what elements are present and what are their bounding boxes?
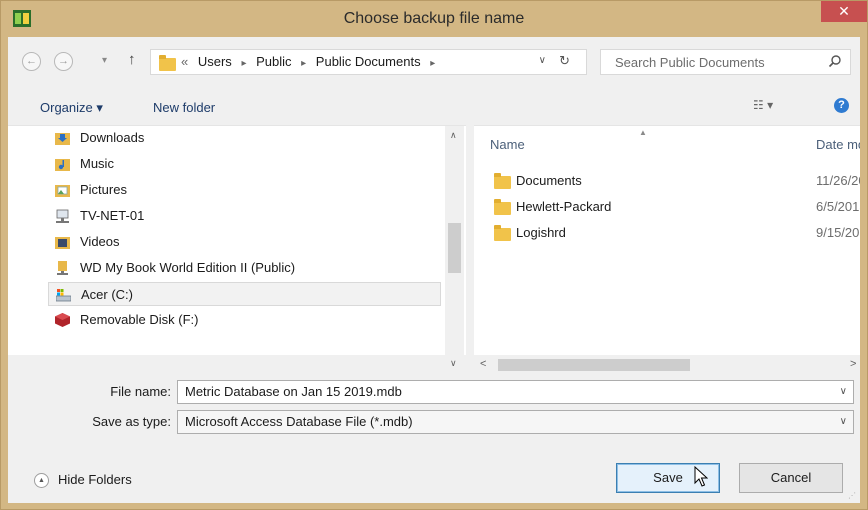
help-icon[interactable]: ?: [834, 98, 849, 113]
command-toolbar: Organize ▾ New folder ☷ ▾ ?: [8, 85, 860, 125]
file-date: 9/15/201: [816, 225, 860, 240]
file-date: 11/26/20: [816, 173, 860, 188]
breadcrumb: « Users ▸ Public ▸ Public Documents ▸: [181, 54, 441, 69]
navigation-bar: ← → ▾ ↑ « Users ▸ Public ▸ Public Docume…: [8, 37, 860, 85]
breadcrumb-separator[interactable]: ▸: [241, 58, 246, 69]
local-disk-icon: [56, 289, 71, 302]
save-as-type-select[interactable]: Microsoft Access Database File (*.mdb) ∨: [177, 410, 854, 434]
dialog-client-area: ← → ▾ ↑ « Users ▸ Public ▸ Public Docume…: [8, 37, 860, 503]
mouse-pointer-icon: [694, 466, 708, 487]
list-item[interactable]: Logishrd 9/15/201: [494, 221, 860, 245]
address-bar[interactable]: « Users ▸ Public ▸ Public Documents ▸ ∨ …: [150, 49, 587, 75]
close-button[interactable]: ✕: [821, 1, 867, 22]
nav-item-label: Music: [80, 156, 114, 171]
breadcrumb-public[interactable]: Public: [256, 54, 291, 69]
search-placeholder: Search Public Documents: [615, 55, 765, 70]
navigation-pane: Downloads Music Pictures TV-NET-01 Video…: [8, 125, 466, 356]
nav-item-label: Acer (C:): [81, 287, 133, 302]
nav-pane-vertical-scrollbar[interactable]: ∧: [445, 126, 464, 356]
new-folder-button[interactable]: New folder: [153, 100, 215, 115]
folder-icon: [494, 199, 511, 215]
network-computer-icon: [56, 209, 69, 223]
nav-item-label: Pictures: [80, 182, 127, 197]
save-dialog-window: Choose backup file name ✕ ← → ▾ ↑ « User…: [0, 0, 868, 510]
scroll-down-button[interactable]: ∨: [450, 358, 457, 369]
pictures-icon: [55, 185, 70, 197]
address-dropdown-icon[interactable]: ∨: [539, 55, 546, 66]
videos-icon: [55, 237, 70, 249]
up-button[interactable]: ↑: [128, 51, 136, 68]
save-as-type-value: Microsoft Access Database File (*.mdb): [185, 414, 413, 429]
file-name-field[interactable]: Metric Database on Jan 15 2019.mdb ∨: [177, 380, 854, 404]
nav-item-pictures[interactable]: Pictures: [48, 178, 441, 202]
nav-item-videos[interactable]: Videos: [48, 230, 441, 254]
breadcrumb-separator[interactable]: ▸: [430, 58, 435, 69]
window-title: Choose backup file name: [343, 10, 525, 27]
folder-icon: [159, 55, 176, 71]
chevron-down-icon[interactable]: ∨: [840, 381, 847, 403]
file-list-horizontal-scrollbar[interactable]: < >: [474, 355, 860, 374]
search-input[interactable]: Search Public Documents: [600, 49, 851, 75]
nav-item-label: Videos: [80, 234, 120, 249]
organize-button[interactable]: Organize ▾: [40, 100, 103, 116]
scrollbar-thumb[interactable]: [498, 359, 690, 371]
scroll-right-button[interactable]: >: [850, 358, 856, 370]
back-button[interactable]: ←: [22, 52, 41, 71]
save-as-type-label: Save as type:: [92, 414, 171, 429]
save-options-area: File name: Metric Database on Jan 15 201…: [8, 374, 860, 503]
file-name: Logishrd: [516, 225, 566, 240]
collapse-icon: ▲: [34, 473, 49, 488]
nav-item-label: TV-NET-01: [80, 208, 145, 223]
breadcrumb-users[interactable]: Users: [198, 54, 232, 69]
file-name-value: Metric Database on Jan 15 2019.mdb: [185, 384, 402, 399]
list-item[interactable]: Documents 11/26/20: [494, 169, 860, 193]
scroll-up-button[interactable]: ∧: [450, 130, 457, 141]
nav-item-label: WD My Book World Edition II (Public): [80, 260, 296, 275]
scroll-left-button[interactable]: <: [480, 358, 486, 370]
nav-item-wd-my-book[interactable]: WD My Book World Edition II (Public): [48, 256, 441, 280]
column-header-name[interactable]: Name: [490, 137, 525, 152]
nav-item-music[interactable]: Music: [48, 152, 441, 176]
column-header-date-modified[interactable]: Date mo: [816, 137, 860, 152]
nav-item-tv-net-01[interactable]: TV-NET-01: [48, 204, 441, 228]
nav-item-downloads[interactable]: Downloads: [48, 126, 441, 150]
downloads-icon: [55, 133, 70, 145]
folder-icon: [494, 225, 511, 241]
nav-item-removable-disk[interactable]: Removable Disk (F:): [48, 308, 441, 332]
list-item[interactable]: Hewlett-Packard 6/5/2013: [494, 195, 860, 219]
chevron-down-icon[interactable]: ∨: [840, 411, 847, 433]
breadcrumb-separator[interactable]: ▸: [301, 58, 306, 69]
recent-locations-button[interactable]: ▾: [102, 55, 107, 66]
forward-button[interactable]: →: [54, 52, 73, 71]
network-drive-icon: [57, 261, 68, 275]
file-date: 6/5/2013: [816, 199, 860, 214]
breadcrumb-public-documents[interactable]: Public Documents: [316, 54, 421, 69]
nav-item-label: Downloads: [80, 130, 145, 145]
refresh-icon[interactable]: ↻: [559, 53, 570, 69]
hide-folders-label: Hide Folders: [58, 472, 132, 487]
change-view-button[interactable]: ☷ ▾: [753, 98, 773, 112]
sort-ascending-icon: ▲: [639, 128, 647, 137]
nav-item-label: Removable Disk (F:): [80, 312, 199, 327]
cancel-button[interactable]: Cancel: [739, 463, 843, 493]
file-name-label: File name:: [110, 384, 171, 399]
nav-item-acer-c[interactable]: Acer (C:): [48, 282, 441, 306]
breadcrumb-overflow[interactable]: «: [181, 54, 188, 69]
music-icon: [55, 159, 70, 171]
file-name: Documents: [516, 173, 582, 188]
search-icon: [828, 55, 841, 68]
nav-pane-bottom-bar: ∨: [8, 355, 474, 374]
file-list: ▲ Name Date mo Documents 11/26/20 Hewlet…: [474, 125, 860, 355]
resize-grip-icon[interactable]: ⋰: [848, 491, 858, 501]
file-name: Hewlett-Packard: [516, 199, 612, 214]
title-bar[interactable]: Choose backup file name ✕: [1, 1, 867, 37]
removable-disk-icon: [55, 313, 70, 327]
folder-icon: [494, 173, 511, 189]
scrollbar-thumb[interactable]: [448, 223, 461, 273]
